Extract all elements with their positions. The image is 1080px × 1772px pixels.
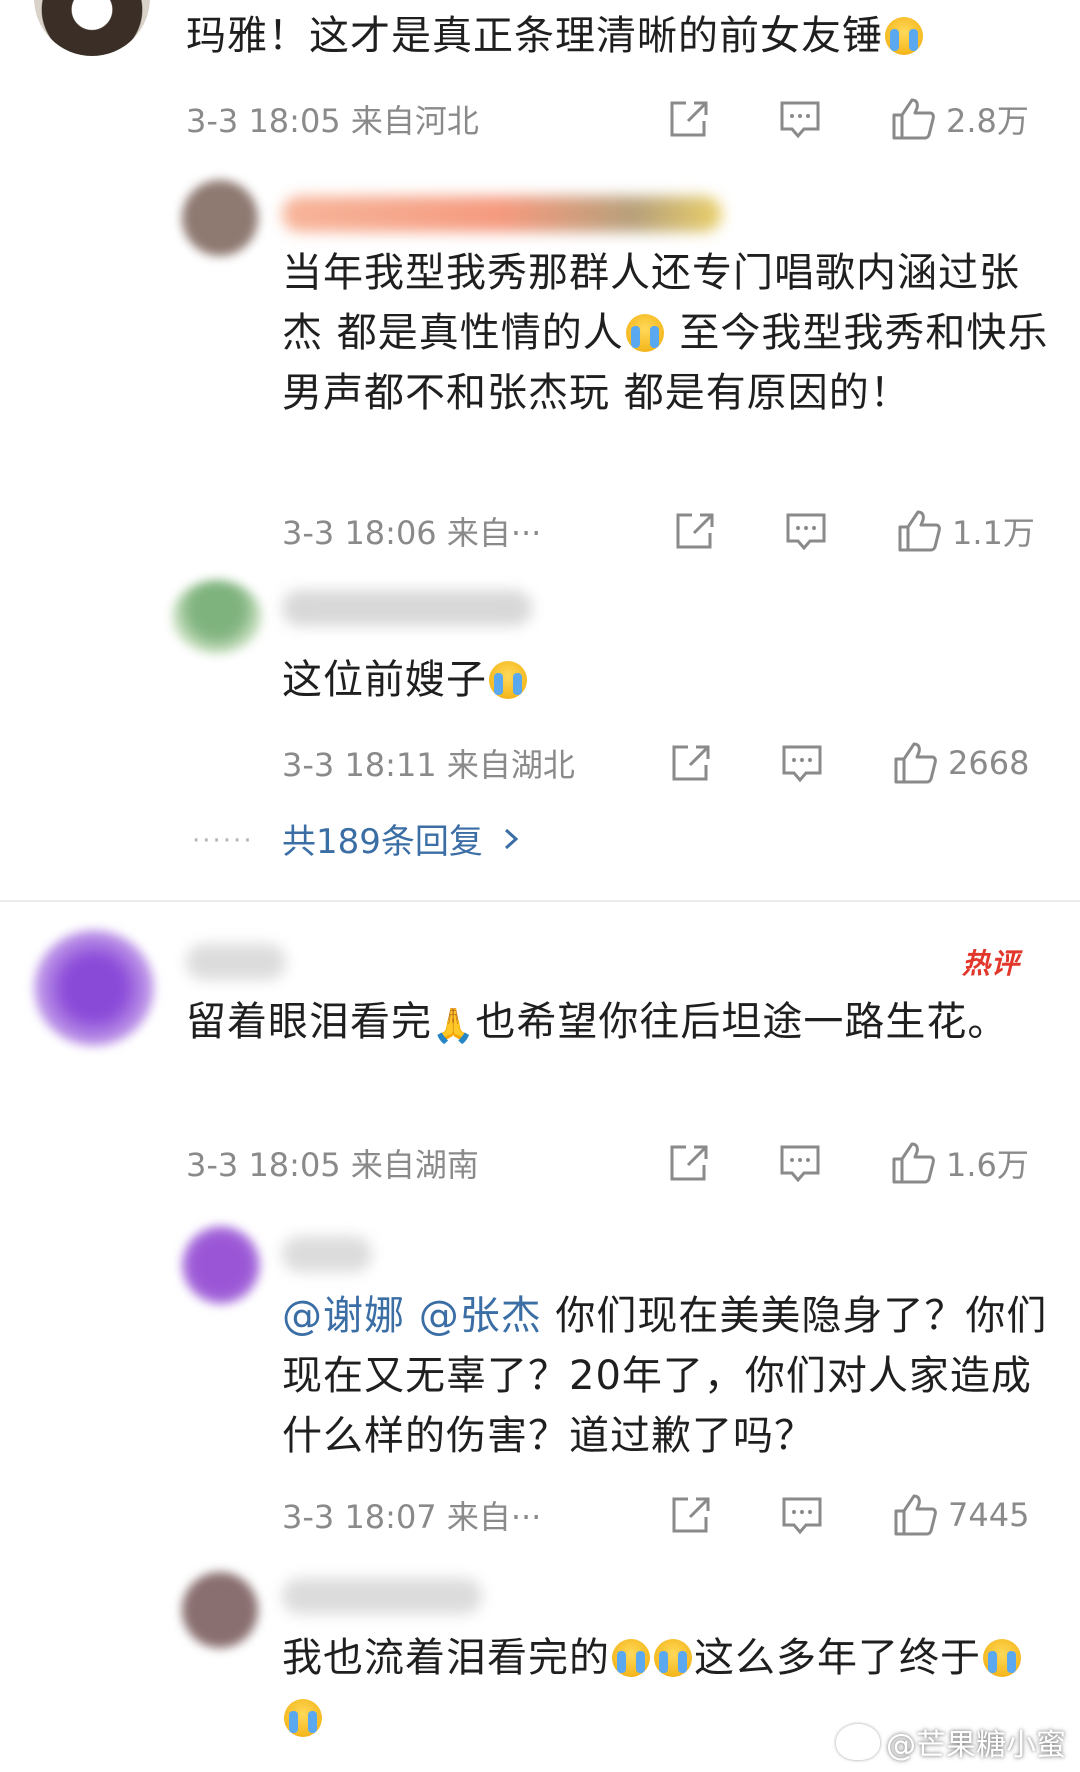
comment-icon [780, 101, 820, 139]
share-icon [670, 1145, 708, 1181]
comment-button[interactable] [784, 506, 828, 556]
reply-time: 3-3 18:07 来自··· [282, 1498, 542, 1536]
comment-icon [782, 1497, 822, 1535]
share-button[interactable] [672, 506, 716, 556]
share-button[interactable] [666, 1138, 710, 1188]
reply-meta: 3-3 18:07 来自··· 7445 [282, 1490, 1052, 1540]
avatar[interactable] [182, 180, 258, 256]
reply-text: @谢娜 @张杰 你们现在美美隐身了？你们现在又无辜了？20年了，你们对人家造成什… [282, 1293, 1048, 1459]
comment-icon [786, 513, 826, 551]
share-button[interactable] [666, 94, 710, 144]
like-button[interactable]: 2.8万 [890, 94, 1029, 144]
share-icon [676, 513, 714, 549]
like-count: 2668 [948, 744, 1030, 782]
like-count: 1.1万 [952, 514, 1035, 552]
mention-link[interactable]: @张杰 [419, 1293, 542, 1339]
avatar[interactable] [34, 0, 150, 56]
username[interactable] [282, 590, 532, 626]
thumbs-up-icon [892, 1142, 935, 1184]
like-button[interactable]: 1.6万 [890, 1138, 1029, 1188]
comment-button[interactable] [778, 1138, 822, 1188]
reply-time: 3-3 18:11 来自湖北 [282, 746, 575, 784]
chevron-right-icon [504, 828, 519, 849]
like-count: 2.8万 [946, 102, 1029, 140]
comment-meta: 3-3 18:05 来自湖南 1.6万 [186, 1138, 1046, 1188]
crying-emoji [284, 1699, 322, 1737]
reply-time: 3-3 18:06 来自··· [282, 514, 542, 552]
username[interactable] [282, 1236, 372, 1272]
comment-feed: 玛雅！这才是真正条理清晰的前女友锤 3-3 18:05 来自河北 2.8万 当年… [0, 0, 1080, 1772]
crying-emoji [612, 1639, 650, 1677]
reply-text: 这位前嫂子 [282, 650, 1052, 710]
share-button[interactable] [668, 1490, 712, 1540]
weibo-watermark: @芒果糖小蜜 [836, 1720, 1066, 1764]
comment-time: 3-3 18:05 来自河北 [186, 102, 479, 140]
hot-comment-badge: 热评 [962, 947, 1021, 980]
comment-button[interactable] [780, 1490, 824, 1540]
comment-meta: 3-3 18:05 来自河北 2.8万 [186, 94, 1046, 144]
like-button[interactable]: 7445 [892, 1490, 1029, 1540]
share-icon [672, 1497, 710, 1533]
share-icon [672, 745, 710, 781]
username[interactable] [282, 196, 722, 232]
comment-button[interactable] [780, 738, 824, 788]
reply-meta: 3-3 18:11 来自湖北 2668 [282, 738, 1052, 788]
reply-meta: 3-3 18:06 来自··· 1.1万 [282, 506, 1052, 556]
praying-hands-emoji: 🙏 [432, 1006, 476, 1046]
comment-divider [0, 900, 1080, 902]
reply-thread-dots: ······ [192, 826, 254, 856]
avatar[interactable] [182, 1226, 260, 1304]
comment-icon [780, 1145, 820, 1183]
mention-link[interactable]: @谢娜 [282, 1293, 405, 1339]
thumbs-up-icon [892, 98, 935, 140]
comment-text: 玛雅！这才是真正条理清晰的前女友锤 [186, 6, 1046, 66]
like-button[interactable]: 1.1万 [896, 506, 1035, 556]
avatar[interactable] [182, 1572, 258, 1648]
avatar[interactable] [34, 930, 154, 1046]
thumbs-up-icon [894, 1494, 937, 1536]
thumbs-up-icon [894, 742, 937, 784]
avatar[interactable] [172, 580, 262, 654]
like-button[interactable]: 2668 [892, 738, 1029, 788]
crying-emoji [654, 1639, 692, 1677]
username[interactable] [282, 1578, 482, 1614]
crying-emoji [983, 1639, 1021, 1677]
like-count: 1.6万 [946, 1146, 1029, 1184]
weibo-logo-icon [836, 1724, 880, 1760]
comment-time: 3-3 18:05 来自湖南 [186, 1146, 479, 1184]
thumbs-up-icon [898, 510, 941, 552]
share-icon [670, 101, 708, 137]
comment-button[interactable] [778, 94, 822, 144]
more-replies-link[interactable]: 共189条回复 [282, 814, 525, 863]
crying-emoji [885, 17, 923, 55]
comment-icon [782, 745, 822, 783]
like-count: 7445 [948, 1496, 1030, 1534]
username[interactable] [186, 944, 286, 980]
share-button[interactable] [668, 738, 712, 788]
reply-text: 当年我型我秀那群人还专门唱歌内涵过张杰 都是真性情的人 至今我型我秀和快乐男声都… [282, 250, 1049, 416]
comment-text: 留着眼泪看完🙏也希望你往后坦途一路生花。 [186, 992, 1046, 1056]
crying-emoji [489, 661, 527, 699]
crying-emoji [625, 314, 664, 352]
